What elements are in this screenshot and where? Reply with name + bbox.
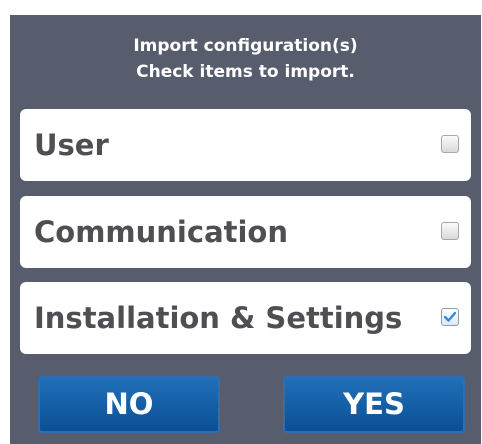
dialog-title: Import configuration(s) xyxy=(133,36,358,56)
import-item-label: Communication xyxy=(34,215,289,249)
import-item-communication[interactable]: Communication xyxy=(20,196,471,268)
import-item-user[interactable]: User xyxy=(20,109,471,181)
yes-button[interactable]: YES xyxy=(283,376,465,433)
installation-settings-checkbox[interactable] xyxy=(441,308,459,326)
dialog-instruction: Check items to import. xyxy=(136,62,355,82)
user-checkbox[interactable] xyxy=(441,135,459,153)
no-button[interactable]: NO xyxy=(38,376,220,433)
import-item-label: Installation & Settings xyxy=(34,301,403,335)
import-dialog: Import configuration(s) Check items to i… xyxy=(10,15,481,444)
dialog-header: Import configuration(s) Check items to i… xyxy=(10,33,481,85)
import-item-label: User xyxy=(34,128,109,162)
checkmark-icon xyxy=(443,311,457,322)
import-item-installation-settings[interactable]: Installation & Settings xyxy=(20,282,471,354)
communication-checkbox[interactable] xyxy=(441,222,459,240)
